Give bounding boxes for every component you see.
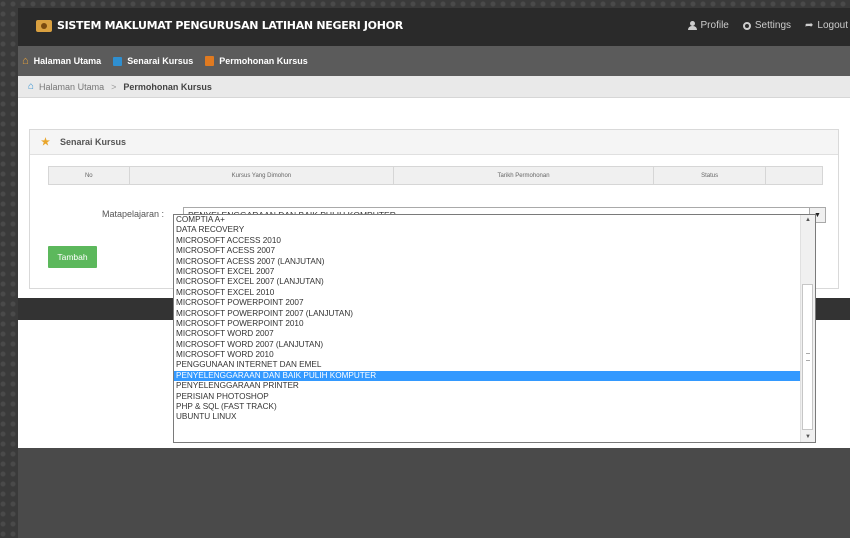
dropdown-option[interactable]: MICROSOFT POWERPOINT 2010 xyxy=(174,319,815,329)
nav-label: Permohonan Kursus xyxy=(219,56,308,66)
top-actions: Profile Settings ➦ Logout xyxy=(687,20,850,31)
dropdown-option[interactable]: PHP & SQL (FAST TRACK) xyxy=(174,402,815,412)
profile-label: Profile xyxy=(700,20,729,31)
subject-label: Matapelajaran : xyxy=(102,209,165,219)
dropdown-option[interactable]: COMPTIA A+ xyxy=(174,215,815,225)
dropdown-option[interactable]: MICROSOFT ACCESS 2010 xyxy=(174,236,815,246)
top-bar: SISTEM MAKLUMAT PENGURUSAN LATIHAN NEGER… xyxy=(18,8,850,46)
list-icon xyxy=(113,56,123,66)
dropdown-option[interactable]: PERISIAN PHOTOSHOP xyxy=(174,392,815,402)
dropdown-option[interactable]: UBUNTU LINUX xyxy=(174,412,815,422)
column-header: Status xyxy=(654,167,767,184)
dropdown-option[interactable]: MICROSOFT POWERPOINT 2007 (LANJUTAN) xyxy=(174,309,815,319)
app-brand: SISTEM MAKLUMAT PENGURUSAN LATIHAN NEGER… xyxy=(36,19,403,32)
profile-link[interactable]: Profile xyxy=(687,20,731,31)
option-list: COMPTIA A+ DATA RECOVERY MICROSOFT ACCESS … xyxy=(174,215,815,423)
dropdown-option[interactable]: MICROSOFT ACESS 2007 (LANJUTAN) xyxy=(174,257,815,267)
dropdown-option[interactable]: MICROSOFT ACESS 2007 xyxy=(174,246,815,256)
dropdown-option[interactable]: MICROSOFT EXCEL 2010 xyxy=(174,288,815,298)
dropdown-option[interactable]: PENYELENGGARAAN DAN BAIK PULIH KOMPUTER xyxy=(174,370,815,382)
breadcrumb: ⌂ Halaman Utama > Permohonan Kursus xyxy=(18,76,850,98)
column-header xyxy=(766,167,822,184)
breadcrumb-home[interactable]: Halaman Utama xyxy=(39,82,104,92)
star-icon: ★ xyxy=(41,136,50,148)
logout-link[interactable]: ➦ Logout xyxy=(805,20,850,31)
add-button[interactable]: Tambah xyxy=(48,246,97,268)
dropdown-option[interactable]: MICROSOFT WORD 2010 xyxy=(174,350,815,360)
settings-label: Settings xyxy=(754,20,792,31)
app-title: SISTEM MAKLUMAT PENGURUSAN LATIHAN NEGER… xyxy=(57,19,403,32)
breadcrumb-separator: > xyxy=(111,81,117,92)
crest-icon xyxy=(36,19,52,32)
document-icon xyxy=(205,56,215,66)
dropdown-option[interactable]: MICROSOFT WORD 2007 (LANJUTAN) xyxy=(174,340,815,350)
panel-title: Senarai Kursus xyxy=(59,137,126,147)
dropdown-option[interactable]: MICROSOFT EXCEL 2007 xyxy=(174,267,815,277)
logout-icon: ➦ xyxy=(805,20,814,31)
nav-label: Senarai Kursus xyxy=(127,56,194,66)
dropdown-scrollbar[interactable]: ▲ ▼ xyxy=(800,215,815,442)
nav-senarai-kursus[interactable]: Senarai Kursus xyxy=(109,46,201,76)
panel-header: ★ Senarai Kursus xyxy=(30,130,838,155)
footer xyxy=(18,448,850,538)
nav-label: Halaman Utama xyxy=(33,56,102,66)
settings-link[interactable]: Settings xyxy=(742,20,793,31)
scroll-up-icon[interactable]: ▲ xyxy=(801,215,815,225)
dropdown-option[interactable]: MICROSOFT EXCEL 2007 (LANJUTAN) xyxy=(174,277,815,287)
home-icon: ⌂ xyxy=(28,81,35,92)
column-header: No xyxy=(49,167,130,184)
main-nav: ⌂ Halaman Utama Senarai Kursus Permohona… xyxy=(18,46,850,76)
dropdown-option[interactable]: PENGGUNAAN INTERNET DAN EMEL xyxy=(174,360,815,370)
nav-halaman-utama[interactable]: ⌂ Halaman Utama xyxy=(18,46,109,76)
gear-icon xyxy=(742,21,751,30)
table-header: No Kursus Yang Dimohon Tarikh Permohonan… xyxy=(48,166,823,185)
column-header: Tarikh Permohonan xyxy=(394,167,654,184)
dropdown-option[interactable]: MICROSOFT POWERPOINT 2007 xyxy=(174,298,815,308)
scroll-thumb[interactable] xyxy=(802,284,813,430)
subject-dropdown-list[interactable]: COMPTIA A+ DATA RECOVERY MICROSOFT ACCESS … xyxy=(173,214,816,443)
breadcrumb-current: Permohonan Kursus xyxy=(123,81,212,92)
grip-icon xyxy=(806,353,810,361)
column-header: Kursus Yang Dimohon xyxy=(130,167,395,184)
logout-label: Logout xyxy=(817,20,848,31)
dropdown-option[interactable]: PENYELENGGARAAN PRINTER xyxy=(174,381,815,391)
home-icon: ⌂ xyxy=(22,55,29,67)
user-icon xyxy=(687,21,697,30)
dropdown-option[interactable]: DATA RECOVERY xyxy=(174,225,815,235)
dropdown-option[interactable]: MICROSOFT WORD 2007 xyxy=(174,329,815,339)
scroll-down-icon[interactable]: ▼ xyxy=(801,432,815,442)
nav-permohonan-kursus[interactable]: Permohonan Kursus xyxy=(201,46,316,76)
